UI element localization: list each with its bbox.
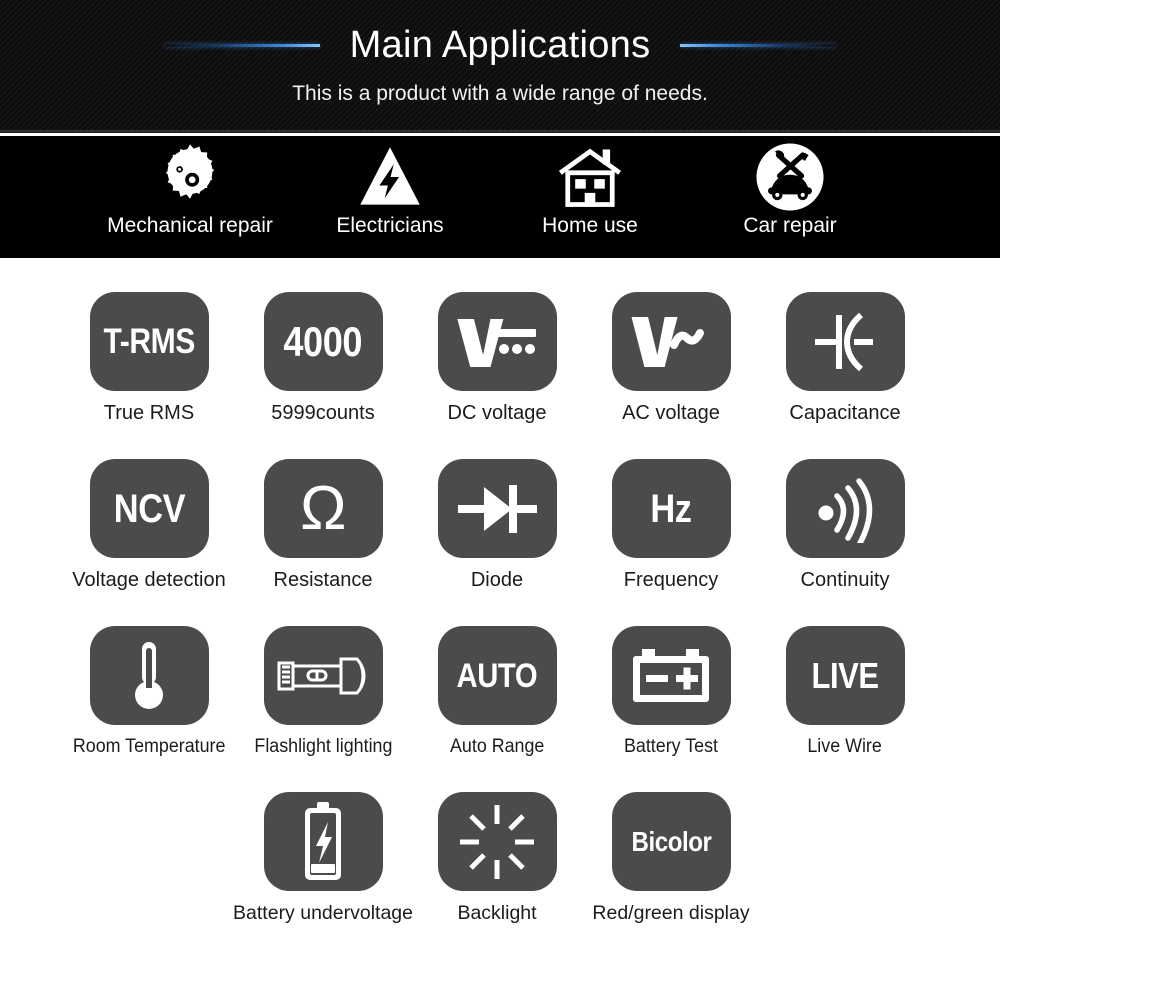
feature-continuity[interactable]: Continuity [758,459,932,592]
application-label: Mechanical repair [107,214,273,237]
applications-row: Mechanical repair Electricians Home use … [90,136,950,258]
hz-text-icon: Hz [611,459,731,558]
feature-label: Battery Test [623,736,718,757]
feature-row: T-RMS True RMS 4000 5999counts DC voltag… [0,292,1000,425]
feature-label: Live Wire [807,736,883,757]
feature-dc-voltage[interactable]: DC voltage [410,292,584,425]
feature-label: Flashlight lighting [253,736,393,757]
car-battery-icon [611,626,731,725]
feature-row: NCV Voltage detection Ω Resistance Diode… [0,459,1000,592]
application-electricians: Electricians [290,136,490,238]
application-label: Car repair [743,214,837,237]
tile-text: Bicolor [631,825,711,857]
feature-label: Room Temperature [72,736,226,757]
feature-row: Room Temperature Flashlight lighting AUT… [0,626,1000,758]
backlight-sunburst-icon [437,792,557,891]
thermometer-icon [89,626,209,725]
dc-voltage-icon [437,292,557,391]
accent-rule-left [164,43,320,47]
application-car-repair: Car repair [690,136,890,238]
tile-text: AUTO [456,656,538,695]
header-banner: Main Applications This is a product with… [0,0,1000,133]
live-text-icon: LIVE [785,626,905,725]
feature-counts[interactable]: 4000 5999counts [236,292,410,425]
feature-label: Backlight [457,902,537,924]
page-title: Main Applications [349,23,651,66]
feature-voltage-detection[interactable]: NCV Voltage detection [62,459,236,592]
feature-ac-voltage[interactable]: AC voltage [584,292,758,425]
feature-red-green-display[interactable]: Bicolor Red/green display [584,792,758,925]
feature-label: Frequency [623,569,719,591]
feature-label: DC voltage [447,402,547,424]
accent-rule-right [680,43,836,47]
feature-backlight[interactable]: Backlight [410,792,584,925]
page-subtitle: This is a product with a wide range of n… [292,82,708,105]
ac-voltage-icon [611,292,731,391]
tile-text: 4000 [283,317,363,365]
feature-room-temperature[interactable]: Room Temperature [62,626,236,758]
feature-flashlight[interactable]: Flashlight lighting [236,626,410,758]
feature-label: 5999counts [271,402,375,424]
tile-text: T-RMS [103,322,195,361]
feature-label: Auto Range [449,736,545,757]
feature-true-rms[interactable]: T-RMS True RMS [62,292,236,425]
tile-text: Hz [650,486,692,531]
feature-label: Capacitance [789,402,901,424]
feature-label: Diode [470,569,524,591]
house-icon [554,136,626,212]
title-row: Main Applications [0,20,1000,70]
car-repair-icon [753,136,827,212]
feature-live-wire[interactable]: LIVE Live Wire [758,626,932,758]
feature-capacitance[interactable]: Capacitance [758,292,932,425]
feature-label: Voltage detection [72,569,226,591]
continuity-buzzer-icon [785,459,905,558]
battery-bolt-icon [263,792,383,891]
capacitor-icon [785,292,905,391]
feature-label: True RMS [103,402,195,424]
feature-label: Continuity [800,569,890,591]
feature-frequency[interactable]: Hz Frequency [584,459,758,592]
flashlight-icon [263,626,383,725]
diode-icon [437,459,557,558]
feature-label: Battery undervoltage [233,902,413,924]
application-label: Electricians [336,214,444,237]
tile-text: NCV [113,486,185,531]
applications-band: Mechanical repair Electricians Home use … [0,136,1000,258]
feature-label: Red/green display [592,902,750,924]
feature-label: AC voltage [622,402,720,424]
feature-battery-undervoltage[interactable]: Battery undervoltage [233,792,413,925]
tile-text: Ω [300,473,346,543]
application-label: Home use [542,214,638,237]
ncv-text-icon: NCV [89,459,209,558]
auto-text-icon: AUTO [437,626,557,725]
count-number-text-icon: 4000 [263,292,383,391]
omega-icon: Ω [263,459,383,558]
tile-text: LIVE [811,654,879,696]
feature-grid: T-RMS True RMS 4000 5999counts DC voltag… [0,258,1000,925]
high-voltage-triangle-icon [356,136,424,212]
feature-resistance[interactable]: Ω Resistance [236,459,410,592]
bicolor-text-icon: Bicolor [611,792,731,891]
feature-diode[interactable]: Diode [410,459,584,592]
feature-row: Battery undervoltage Backlight Bicolor R… [0,792,1000,925]
application-home-use: Home use [490,136,690,238]
feature-battery-test[interactable]: Battery Test [584,626,758,758]
t-rms-text-icon: T-RMS [89,292,209,391]
feature-auto-range[interactable]: AUTO Auto Range [410,626,584,758]
application-mechanical-repair: Mechanical repair [90,136,290,238]
page-root: Main Applications This is a product with… [0,0,1152,1000]
feature-label: Resistance [273,569,373,591]
gear-icon [155,136,225,212]
